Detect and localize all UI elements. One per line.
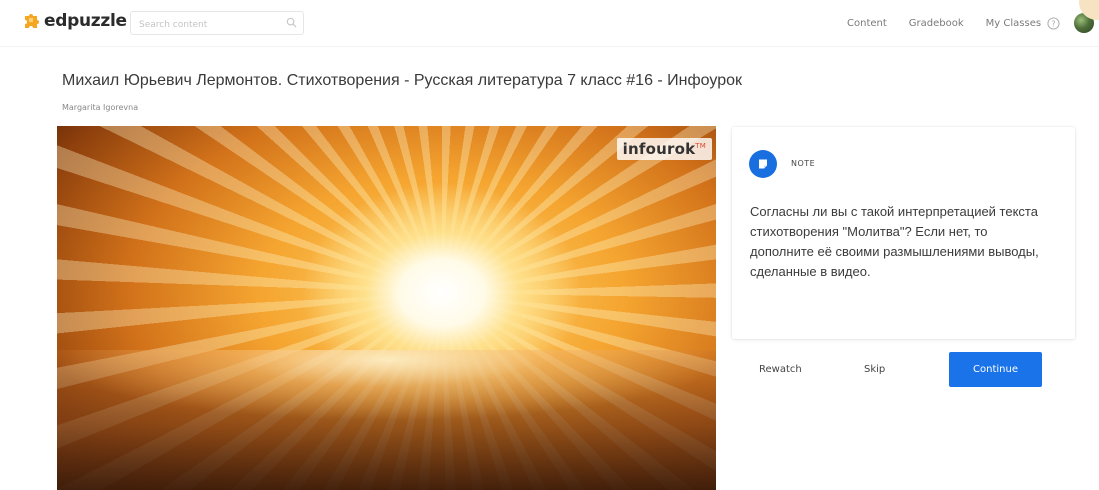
video-player[interactable]: infourokTM (57, 126, 716, 490)
svg-text:?: ? (1051, 19, 1055, 28)
nav-gradebook[interactable]: Gradebook (909, 18, 964, 29)
continue-button[interactable]: Continue (949, 352, 1042, 387)
puzzle-logo-icon (25, 14, 39, 28)
rewatch-button[interactable]: Rewatch (759, 352, 802, 387)
note-text: Согласны ли вы с такой интерпретацией те… (750, 204, 1039, 279)
search-icon[interactable] (286, 17, 297, 28)
infourok-watermark: infourokTM (616, 138, 712, 160)
main-nav: Content Gradebook My Classes (847, 0, 1063, 46)
edpuzzle-logo[interactable]: edpuzzle (22, 11, 127, 31)
note-icon (759, 159, 767, 169)
search-input[interactable] (131, 14, 287, 36)
logo-text: edpuzzle (44, 11, 127, 31)
watermark-text: infourok (622, 140, 696, 158)
video-title: Михаил Юрьевич Лермонтов. Стихотворения … (62, 72, 743, 89)
video-frame-horizon (57, 350, 716, 490)
note-label: NOTE (791, 159, 816, 168)
top-bar: edpuzzle Content Gradebook My Classes ? (0, 0, 1099, 47)
note-card: NOTE Согласны ли вы с такой интерпретаци… (732, 127, 1075, 339)
note-badge (749, 150, 777, 178)
question-circle-icon[interactable]: ? (1047, 17, 1060, 30)
watermark-tm: TM (695, 142, 706, 150)
nav-my-classes[interactable]: My Classes (986, 18, 1041, 29)
search-box[interactable] (130, 11, 304, 36)
nav-content[interactable]: Content (847, 18, 887, 29)
skip-button[interactable]: Skip (864, 352, 885, 387)
video-author: Margarita Igorevna (62, 103, 139, 112)
